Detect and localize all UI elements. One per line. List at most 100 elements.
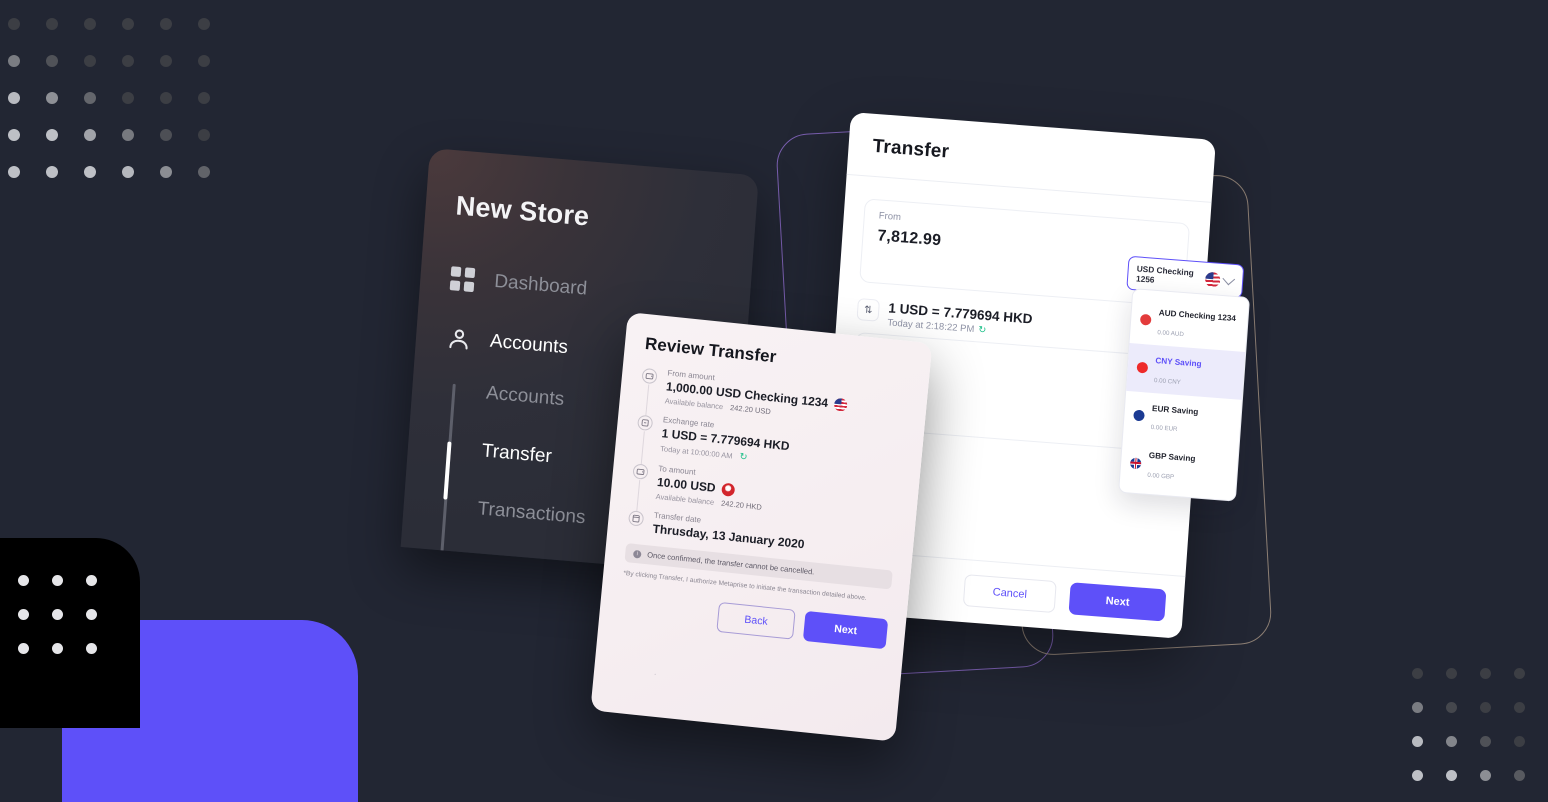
decorative-dot [1514,668,1525,679]
decorative-dot [160,166,172,178]
decorative-dot [122,166,134,178]
decorative-dot [198,18,210,30]
app-mockup-stage: New Store Dashboard Accounts Accounts Tr… [0,0,1548,802]
decorative-dot [198,92,210,104]
decorative-dot [1514,736,1525,747]
decorative-dot [46,18,58,30]
us-flag [1204,271,1221,288]
user-icon [445,325,473,353]
decorative-dot [198,55,210,67]
hk-flag: ✺ [720,482,736,497]
decorative-dot [52,575,63,586]
decorative-dot-grid-on-black [18,575,120,677]
decorative-dot [1446,736,1457,747]
dropdown-option-name: AUD Checking 1234 [1158,308,1237,324]
refresh-icon[interactable]: ↻ [978,324,987,336]
decorative-dot [1480,668,1491,679]
refresh-icon[interactable]: ↻ [739,451,748,463]
decorative-dot [84,18,96,30]
decorative-dot [1480,736,1491,747]
review-next-button[interactable]: Next [803,611,889,650]
eur-flag-icon [1133,409,1145,422]
back-button[interactable]: Back [716,602,796,640]
decorative-dot [18,609,29,620]
step-sub-label: Today at 10:00:00 AM [659,444,733,461]
grid-icon [449,265,478,293]
decorative-dot [84,166,96,178]
decorative-dot [1480,770,1491,781]
account-select-line2: 1256 [1135,273,1155,285]
step-sub-value: 242.20 USD [729,403,772,417]
decorative-dot [8,92,20,104]
exchange-icon [636,414,654,432]
step-sub-label: Available balance [655,491,715,507]
decorative-dot [18,643,29,654]
dropdown-option-name: CNY Saving [1155,355,1202,369]
decorative-dot [86,643,97,654]
cny-flag-icon [1136,361,1149,374]
decorative-dot [52,609,63,620]
decorative-dot [1412,770,1423,781]
account-dropdown-menu[interactable]: AUD Checking 1234 0.00 AUD CNY Saving 0.… [1118,288,1251,502]
decorative-dot [1446,668,1457,679]
wallet-icon [641,367,658,385]
transfer-dialog-title: Transfer [871,135,950,163]
dropdown-option-name: GBP Saving [1148,451,1196,464]
next-button[interactable]: Next [1068,582,1167,622]
decorative-dot-grid-bottom-right [1412,668,1548,802]
decorative-dot [122,55,134,67]
account-select-value: USD Checking 1256 [1136,263,1202,289]
dropdown-option-balance: 0.00 AUD [1157,329,1185,339]
subnav-active-indicator [443,441,452,500]
decorative-dot [1412,702,1423,713]
store-title: New Store [454,190,591,232]
dropdown-option[interactable]: GBP Saving 0.00 GBP [1120,438,1239,495]
decorative-dot [1446,702,1457,713]
decorative-dot [1412,668,1423,679]
dropdown-option-balance: 0.00 CNY [1153,376,1182,386]
step-sub-value: 242.20 HKD [720,498,763,512]
decorative-dot [86,609,97,620]
decorative-dot [1480,702,1491,713]
decorative-dot [1412,736,1423,747]
decorative-dot [46,92,58,104]
decorative-dot [160,55,172,67]
decorative-dot [46,166,58,178]
decorative-dot [1446,770,1457,781]
wallet-icon [632,463,649,480]
sidebar-item-dashboard[interactable]: Dashboard [449,265,751,316]
decorative-dot [8,129,20,141]
calendar-icon [627,510,645,527]
gbp-flag-icon [1129,457,1142,469]
decorative-dot [198,166,210,178]
step-sub-label: Available balance [664,396,724,412]
decorative-dot [8,166,20,178]
from-field: From 7,812.99 USD Checking 1256 AUD Chec… [859,198,1251,502]
aud-flag-icon [1139,314,1152,327]
decorative-dot [86,575,97,586]
confirm-notice-text: Once confirmed, the transfer cannot be c… [646,550,815,577]
step-connector [645,384,650,416]
step-connector [640,431,645,465]
sidebar-item-label: Accounts [489,330,569,359]
info-icon: i [632,549,642,559]
sidebar-item-label: Dashboard [493,270,588,300]
decorative-dot [122,129,134,141]
decorative-dot [84,129,96,141]
us-flag [833,397,848,412]
decorative-dot [160,129,172,141]
dropdown-option-name: EUR Saving [1151,403,1199,417]
decorative-dot [160,92,172,104]
decorative-dot [46,55,58,67]
dropdown-option-balance: 0.00 EUR [1150,424,1178,434]
decorative-dot [198,129,210,141]
decorative-dot [8,55,20,67]
review-transfer-dialog: Review Transfer From amount 1,000.00 USD… [590,312,933,742]
decorative-dot-grid-top-left [8,18,236,203]
dropdown-option-balance: 0.00 GBP [1147,471,1175,481]
swap-vertical-icon[interactable]: ⇅ [856,298,880,322]
cancel-button[interactable]: Cancel [962,574,1057,614]
chevron-down-icon [1222,272,1236,286]
decorative-dot [160,18,172,30]
decorative-dot [46,129,58,141]
